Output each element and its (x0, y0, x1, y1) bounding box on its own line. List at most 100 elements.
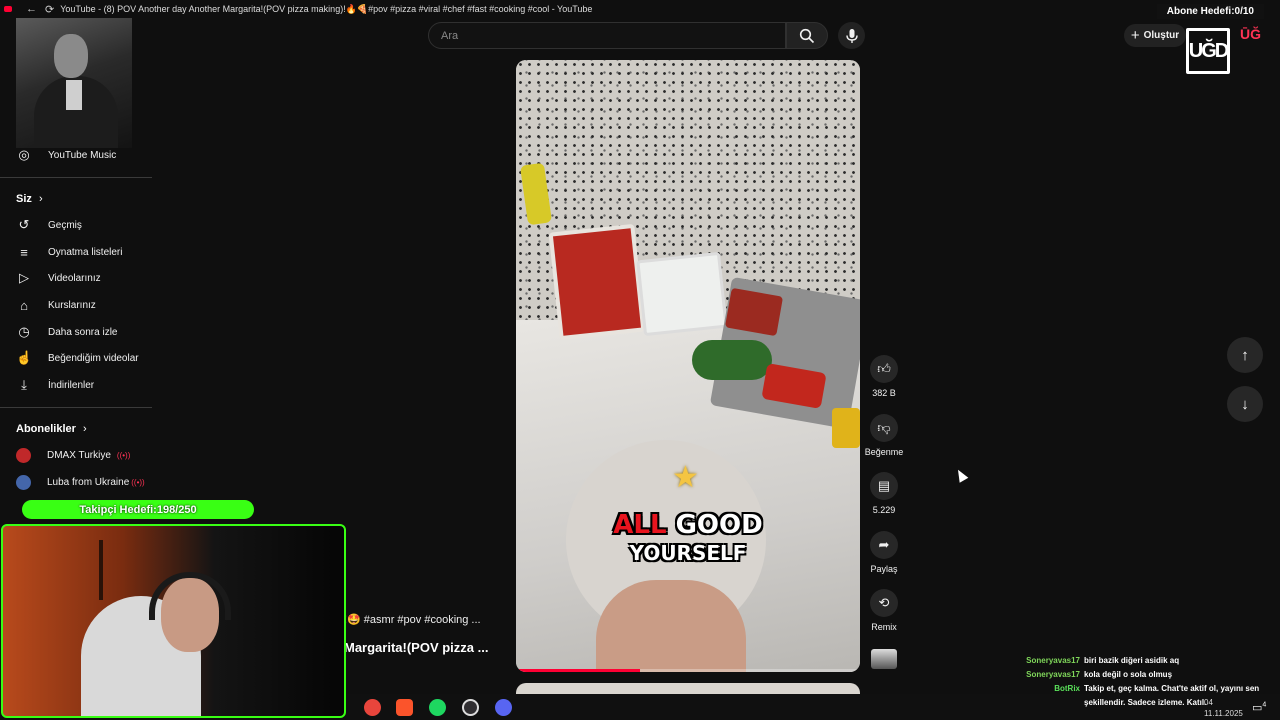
background-video-tags: !🤩 #asmr #pov #cooking ... (344, 614, 481, 626)
search-input[interactable]: Ara (428, 22, 786, 49)
thumbs-down-icon: 👎︎ (870, 414, 898, 442)
search-button[interactable] (786, 22, 828, 49)
brave-icon[interactable] (396, 699, 413, 716)
spotify-icon[interactable] (429, 699, 446, 716)
chat-username: Soneryavas17 (1026, 656, 1080, 665)
next-short-button[interactable]: ↓ (1227, 386, 1263, 422)
obs-icon[interactable] (462, 699, 479, 716)
sound-thumbnail[interactable] (871, 649, 897, 669)
comments-button[interactable]: ▤ 5.229 (864, 472, 904, 515)
video-progress-bar[interactable] (516, 669, 860, 672)
sidebar-divider (0, 407, 152, 408)
voice-search-button[interactable] (838, 22, 865, 49)
dislike-label: Beğenme (864, 447, 904, 457)
notification-center-button[interactable]: ▭4 (1252, 701, 1266, 714)
remix-icon: ⟲ (870, 589, 898, 617)
video-caption-line-2: YOURSELF (629, 541, 747, 565)
share-label: Paylaş (870, 564, 898, 574)
like-count: 382 B (872, 388, 896, 398)
previous-short-button[interactable]: ↑ (1227, 337, 1263, 373)
browser-title-bar: ← ⟳ YouTube - (8) POV Another day Anothe… (0, 0, 1280, 18)
chat-username: BotRix (1054, 684, 1080, 693)
sidebar-item-history[interactable]: ↺ Geçmiş (0, 212, 152, 238)
subscriber-goal-overlay: Abone Hedefi:0/10 (1156, 4, 1264, 19)
caption-word-red: ALL (613, 510, 667, 540)
arrow-up-icon: ↑ (1241, 346, 1249, 364)
subscriptions-heading-label: Abonelikler (16, 423, 76, 435)
discord-icon[interactable] (495, 699, 512, 716)
your-videos-icon: ▷ (19, 270, 29, 285)
comment-count: 5.229 (872, 505, 896, 515)
sidebar-divider (0, 177, 152, 178)
sidebar-item-liked-videos[interactable]: ☝ Beğendiğim videolar (0, 345, 152, 371)
sidebar-item-youtube-music[interactable]: ◎ YouTube Music (0, 142, 152, 168)
back-icon[interactable]: ← (26, 3, 37, 15)
notification-icon: ▭ (1252, 702, 1263, 714)
reload-icon[interactable]: ⟳ (45, 3, 54, 16)
remix-button[interactable]: ⟲ Remix (864, 589, 904, 632)
sidebar-item-label: Beğendiğim videolar (48, 352, 139, 364)
sidebar-item-luba-from-ukraine[interactable]: Luba from Ukraine ((•)) (0, 469, 152, 495)
thumbs-up-icon: 👍︎ (870, 355, 898, 383)
share-icon: ➦ (870, 531, 898, 559)
watch-later-icon: ◷ (18, 324, 30, 339)
share-button[interactable]: ➦ Paylaş (864, 531, 904, 574)
sidebar-item-courses[interactable]: ⌂ Kurslarınız (0, 292, 152, 318)
liked-icon: ☝ (16, 350, 33, 365)
sidebar-item-label: DMAX Turkiye (47, 449, 111, 461)
headphones-icon (149, 572, 231, 620)
sidebar-item-downloads[interactable]: ⤓ İndirilenler (0, 372, 152, 398)
plus-icon: + (1130, 27, 1140, 44)
sidebar-item-dmax-turkiye[interactable]: DMAX Turkiye ((•)) (0, 442, 152, 468)
sidebar-you-heading[interactable]: Siz › (16, 193, 43, 205)
create-label: Oluştur (1143, 30, 1180, 41)
chat-message: Soneryavas17 biri bazik diğeri asidik aq (1000, 654, 1276, 668)
create-button[interactable]: + Oluştur (1124, 24, 1186, 47)
download-icon: ⤓ (21, 377, 27, 392)
background-video-title: Margarita!(POV pizza ... (344, 640, 489, 655)
taskbar-clock[interactable]: 04 11.11.2025 (1204, 698, 1243, 718)
follower-goal-bar: Takipçi Hedefi:198/250 (22, 500, 254, 519)
mic-icon (845, 28, 858, 43)
streamer-webcam (1, 524, 346, 718)
channel-avatar (16, 447, 31, 463)
portrait-overlay-image (16, 18, 132, 148)
chevron-right-icon: › (38, 193, 43, 205)
sidebar-item-label: Daha sonra izle (48, 326, 118, 338)
sidebar-item-label: Videolarınız (48, 272, 101, 284)
star-sticker-icon: ★ (672, 461, 699, 494)
chat-text: kola değil o sola olmuş (1084, 670, 1173, 679)
history-icon: ↺ (18, 217, 30, 232)
courses-icon: ⌂ (20, 297, 28, 313)
channel-logo-small-icon: ŪĞ (1240, 26, 1261, 42)
window-title: YouTube - (8) POV Another day Another Ma… (60, 3, 593, 14)
remix-label: Remix (871, 622, 897, 632)
sidebar-item-your-videos[interactable]: ▷ Videolarınız (0, 265, 152, 291)
video-progress-fill (516, 669, 640, 672)
sidebar-item-label: İndirilenler (48, 379, 95, 391)
sidebar-item-label: YouTube Music (48, 149, 117, 161)
comment-icon: ▤ (870, 472, 898, 500)
clock-date: 11.11.2025 (1204, 709, 1243, 718)
chat-message: Soneryavas17 kola değil o sola olmuş (1000, 668, 1276, 682)
caption-word-white: GOOD (675, 510, 763, 540)
sidebar-item-label: Luba from Ukraine (47, 476, 130, 488)
mouse-cursor-icon (953, 467, 969, 483)
sidebar-item-playlists[interactable]: ≡ Oynatma listeleri (0, 239, 152, 265)
playlist-icon: ≡ (20, 244, 28, 260)
search-icon (799, 28, 815, 43)
live-icon: ((•)) (131, 477, 145, 487)
sidebar-item-watch-later[interactable]: ◷ Daha sonra izle (0, 319, 152, 345)
arrow-down-icon: ↓ (1241, 395, 1249, 413)
sidebar-subscriptions-heading[interactable]: Abonelikler › (16, 423, 87, 435)
dislike-button[interactable]: 👎︎ Beğenme (864, 414, 904, 457)
channel-avatar (16, 474, 31, 490)
chevron-right-icon: › (82, 423, 87, 435)
like-button[interactable]: 👍︎ 382 B (864, 355, 904, 398)
notification-count: 4 (1262, 701, 1267, 709)
shorts-video-player[interactable]: ★ ALL GOOD YOURSELF (516, 60, 860, 672)
clock-time: 04 (1204, 698, 1213, 707)
youtube-favicon-icon (4, 6, 12, 12)
chrome-icon[interactable] (364, 699, 381, 716)
sidebar-item-label: Oynatma listeleri (48, 246, 123, 258)
